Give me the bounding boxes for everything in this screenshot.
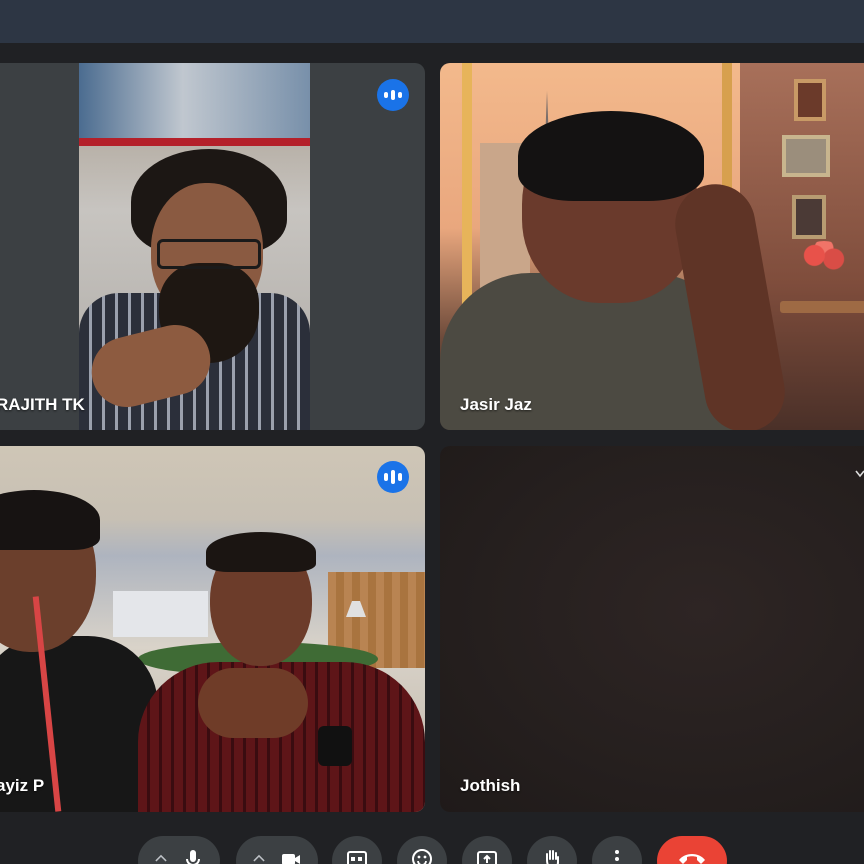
participant-tile[interactable]: RAJITH TK — [0, 63, 425, 430]
person-hair — [206, 532, 316, 572]
microphone-control[interactable] — [138, 836, 220, 864]
microphone-icon[interactable] — [182, 848, 204, 864]
person-hair — [0, 490, 100, 550]
speaking-indicator-icon — [377, 461, 409, 493]
person-glasses — [157, 239, 261, 269]
top-bar — [0, 0, 864, 43]
end-call-button[interactable] — [657, 836, 727, 864]
wall-picture — [792, 195, 826, 239]
video-background-panel — [113, 591, 208, 637]
participant-video — [79, 63, 310, 430]
camera-icon[interactable] — [280, 848, 302, 864]
flower-vase — [800, 241, 848, 277]
participant-name: Jasir Jaz — [460, 395, 532, 414]
participant-name: ayiz P — [0, 776, 45, 795]
call-controls — [0, 818, 864, 864]
person-hair — [518, 111, 704, 201]
more-options-icon[interactable] — [606, 848, 628, 864]
video-background-stripe — [79, 138, 310, 146]
end-call-icon[interactable] — [677, 850, 707, 864]
participant-name: Jothish — [460, 776, 521, 795]
person-hand — [198, 668, 308, 738]
participant-tile[interactable]: Jothish — [440, 446, 864, 812]
camera-control[interactable] — [236, 836, 318, 864]
chevron-icon — [855, 470, 864, 478]
participant-name: RAJITH TK — [0, 395, 85, 414]
raise-hand-icon[interactable] — [541, 848, 563, 864]
participant-tile[interactable]: ayiz P — [0, 446, 425, 812]
participant-tile[interactable]: Jasir Jaz — [440, 63, 864, 430]
chevron-up-icon[interactable] — [154, 848, 168, 864]
more-options-button[interactable] — [592, 836, 642, 864]
present-screen-icon[interactable] — [476, 848, 498, 864]
wall-picture — [782, 135, 830, 177]
chevron-up-icon[interactable] — [252, 848, 266, 864]
present-button[interactable] — [462, 836, 512, 864]
reactions-button[interactable] — [397, 836, 447, 864]
speaking-indicator-icon — [377, 79, 409, 111]
wall-picture — [794, 79, 826, 121]
video-background — [79, 63, 310, 138]
captions-button[interactable] — [332, 836, 382, 864]
emoji-icon[interactable] — [411, 848, 433, 864]
closed-captions-icon[interactable] — [346, 848, 368, 864]
side-table — [780, 301, 864, 313]
wrist-watch — [318, 726, 352, 766]
raise-hand-button[interactable] — [527, 836, 577, 864]
